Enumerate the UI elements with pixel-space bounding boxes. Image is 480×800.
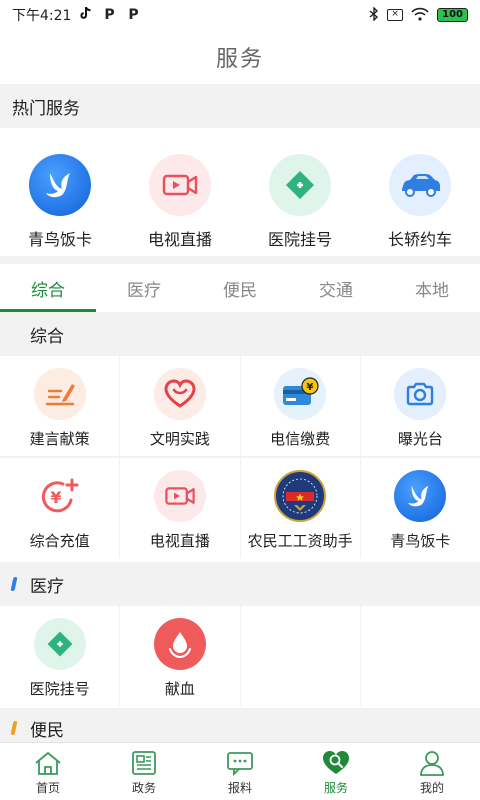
- bottom-navigation: 首页 政务 报料 服务 我的: [0, 742, 480, 800]
- status-app-p2: P: [128, 7, 139, 23]
- page-title: 服务: [215, 47, 264, 72]
- hot-services-grid: 青鸟饭卡 电视直播 医院挂号 长轿约车: [0, 128, 480, 256]
- video-icon: [153, 470, 206, 522]
- nav-label: 政务: [131, 781, 156, 795]
- hot-service-hospital-registration[interactable]: 医院挂号: [240, 128, 360, 256]
- camera-icon: [394, 368, 447, 420]
- tiktok-icon: [79, 6, 93, 24]
- tab-traffic[interactable]: 交通: [288, 264, 384, 312]
- car-icon: [389, 154, 451, 216]
- home-icon: [33, 749, 63, 777]
- service-label: 曝光台: [397, 430, 443, 448]
- hot-service-label: 长轿约车: [387, 230, 452, 249]
- nav-service[interactable]: 服务: [288, 743, 384, 800]
- grid-empty-cell: [240, 606, 360, 706]
- section-accent-bar: [12, 327, 16, 341]
- battery-indicator: 100: [437, 8, 468, 22]
- service-label: 农民工工资助手: [247, 532, 353, 550]
- service-exposure-platform[interactable]: 曝光台: [360, 356, 480, 456]
- service-tv-live[interactable]: 电视直播: [120, 458, 240, 558]
- service-label: 献血: [164, 680, 195, 698]
- grid-empty-cell: [360, 606, 480, 706]
- hot-services-header: 热门服务: [0, 84, 480, 128]
- service-label: 建言献策: [29, 430, 90, 448]
- nav-home[interactable]: 首页: [0, 743, 96, 800]
- bluetooth-icon: [369, 5, 379, 24]
- section-header-medical: 医疗: [0, 562, 480, 606]
- sim-icon: ×: [387, 9, 404, 21]
- chat-icon: [225, 749, 255, 777]
- nav-label: 首页: [35, 781, 60, 795]
- nav-label: 服务: [323, 781, 348, 795]
- general-services-grid: 建言献策 文明实践 ¥ 电信缴费 曝光台 ¥ 综合充值 电视直播 农民工工资助手: [0, 356, 480, 558]
- bird-icon: [394, 470, 447, 522]
- hot-service-tv-live[interactable]: 电视直播: [120, 128, 240, 256]
- category-tabs: 综合 医疗 便民 交通 本地: [0, 264, 480, 312]
- nav-label: 报料: [227, 781, 252, 795]
- hot-service-label: 电视直播: [147, 230, 212, 249]
- status-bar: 下午4:21 P P × 100: [0, 0, 480, 30]
- service-telecom-payment[interactable]: ¥ 电信缴费: [240, 356, 360, 456]
- hot-services-title: 热门服务: [12, 98, 80, 119]
- svg-text:¥: ¥: [50, 488, 61, 507]
- nav-report[interactable]: 报料: [192, 743, 288, 800]
- section-accent-bar: [10, 721, 18, 735]
- service-label: 电信缴费: [270, 430, 331, 448]
- service-icon: [321, 749, 351, 777]
- section-header-general: 综合: [0, 312, 480, 356]
- nav-label: 我的: [419, 781, 444, 795]
- wifi-icon: [411, 7, 429, 24]
- medical-services-grid: 医院挂号 献血: [0, 606, 480, 706]
- hot-service-label: 医院挂号: [267, 230, 332, 249]
- service-suggestions[interactable]: 建言献策: [0, 356, 120, 456]
- pen-icon: [33, 368, 86, 420]
- tab-convenience[interactable]: 便民: [192, 264, 288, 312]
- service-label: 综合充值: [29, 532, 90, 550]
- service-label: 医院挂号: [29, 680, 90, 698]
- video-icon: [149, 154, 211, 216]
- service-migrant-wage-assistant[interactable]: 农民工工资助手: [240, 458, 360, 558]
- service-hospital-registration[interactable]: 医院挂号: [0, 606, 120, 706]
- service-label: 青鸟饭卡: [390, 532, 451, 550]
- service-label: 电视直播: [149, 532, 210, 550]
- service-label: 文明实践: [149, 430, 210, 448]
- medical-cross-icon: [33, 618, 86, 670]
- user-icon: [417, 749, 447, 777]
- service-civilization-practice[interactable]: 文明实践: [120, 356, 240, 456]
- tab-medical[interactable]: 医疗: [96, 264, 192, 312]
- section-title: 综合: [30, 326, 64, 347]
- medical-cross-icon: [269, 154, 331, 216]
- service-recharge[interactable]: ¥ 综合充值: [0, 458, 120, 558]
- svg-text:¥: ¥: [307, 382, 314, 393]
- card-payment-icon: ¥: [274, 368, 327, 420]
- section-title: 医疗: [30, 576, 64, 597]
- service-qingniao-card[interactable]: 青鸟饭卡: [360, 458, 480, 558]
- blood-drop-icon: [153, 618, 206, 670]
- bird-icon: [29, 154, 91, 216]
- section-title: 便民: [30, 720, 64, 741]
- hot-service-qingniao-card[interactable]: 青鸟饭卡: [0, 128, 120, 256]
- news-icon: [129, 749, 159, 777]
- nav-government[interactable]: 政务: [96, 743, 192, 800]
- status-time: 下午4:21: [12, 8, 72, 24]
- labor-badge-icon: [274, 470, 327, 522]
- section-divider: [0, 256, 480, 264]
- tab-local[interactable]: 本地: [384, 264, 480, 312]
- page-header: 服务: [0, 30, 480, 84]
- service-blood-donation[interactable]: 献血: [120, 606, 240, 706]
- tab-general[interactable]: 综合: [0, 264, 96, 312]
- section-accent-bar: [10, 577, 18, 591]
- hot-service-label: 青鸟饭卡: [27, 230, 92, 249]
- heart-icon: [153, 368, 206, 420]
- hot-service-car-booking[interactable]: 长轿约车: [360, 128, 480, 256]
- status-app-p1: P: [104, 7, 115, 23]
- nav-mine[interactable]: 我的: [384, 743, 480, 800]
- yuan-recharge-icon: ¥: [33, 470, 86, 522]
